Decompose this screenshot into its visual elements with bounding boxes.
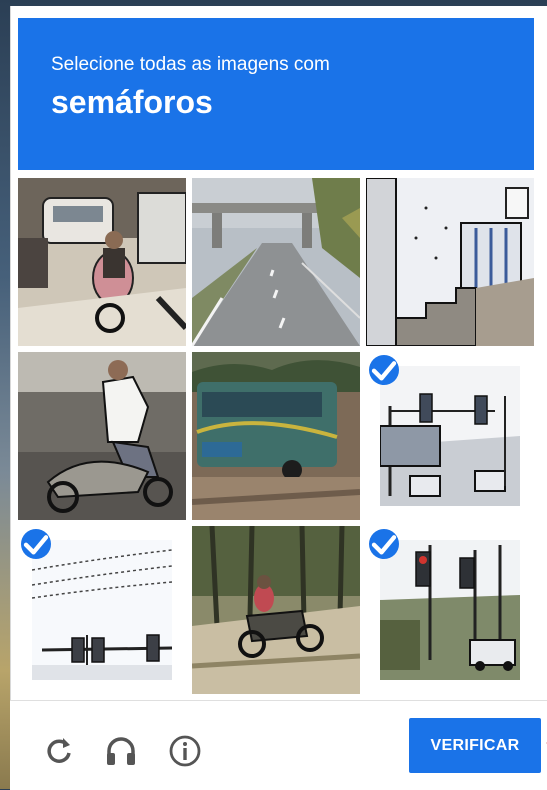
tile-image <box>192 178 360 346</box>
challenge-header: Selecione todas as imagens com semáforos <box>18 18 534 170</box>
tile-image <box>192 352 360 520</box>
image-grid <box>18 178 534 698</box>
image-tile-1[interactable] <box>18 178 186 346</box>
tile-image <box>32 540 172 680</box>
image-tile-4[interactable] <box>18 352 186 520</box>
tile-image <box>366 178 534 346</box>
tile-image <box>18 352 186 520</box>
challenge-instruction: Selecione todas as imagens com <box>51 54 330 75</box>
checkmark-icon <box>369 529 399 559</box>
checkmark-icon <box>369 355 399 385</box>
tile-image <box>380 366 520 506</box>
tile-image <box>18 178 186 346</box>
image-tile-2[interactable] <box>192 178 360 346</box>
image-tile-8[interactable] <box>192 526 360 694</box>
image-tile-5[interactable] <box>192 352 360 520</box>
tile-image <box>192 526 360 694</box>
verify-button[interactable]: VERIFICAR <box>409 718 541 773</box>
reload-icon[interactable] <box>42 734 76 768</box>
image-tile-9[interactable] <box>366 526 534 694</box>
image-tile-6[interactable] <box>366 352 534 520</box>
checkmark-icon <box>21 529 51 559</box>
challenge-footer: VERIFICAR <box>10 700 547 790</box>
image-tile-3[interactable] <box>366 178 534 346</box>
info-icon[interactable] <box>168 734 202 768</box>
challenge-target: semáforos <box>51 84 213 120</box>
image-tile-7[interactable] <box>18 526 186 694</box>
headphones-icon[interactable] <box>104 734 138 768</box>
tile-image <box>380 540 520 680</box>
